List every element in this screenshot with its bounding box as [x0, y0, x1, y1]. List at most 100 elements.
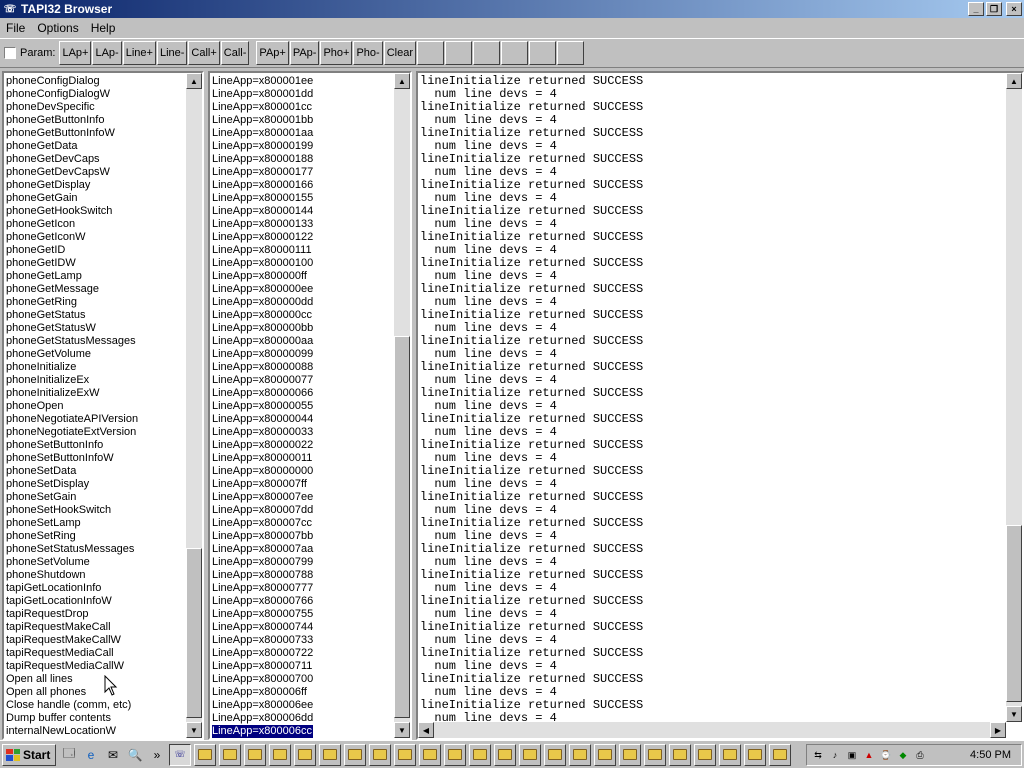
function-list-item[interactable]: phoneGetButtonInfo: [6, 114, 138, 127]
task-folder-button[interactable]: [269, 743, 291, 766]
task-folder-button[interactable]: [194, 743, 216, 766]
blank-toolbar-button[interactable]: [473, 41, 501, 65]
scroll-right-arrow-icon[interactable]: ▶: [990, 722, 1006, 738]
param-checkbox[interactable]: [4, 47, 16, 59]
show-desktop-icon[interactable]: 🗔: [60, 746, 78, 764]
task-folder-button[interactable]: [219, 743, 241, 766]
function-list-item[interactable]: phoneInitializeExW: [6, 387, 138, 400]
function-list-item[interactable]: tapiGetLocationInfoW: [6, 595, 138, 608]
phone-app-icon[interactable]: ☏: [3, 2, 17, 16]
handle-list-item[interactable]: LineApp=x800007bb: [212, 530, 313, 543]
function-list-item[interactable]: tapiRequestMakeCallW: [6, 634, 138, 647]
function-list-item[interactable]: phoneSetButtonInfo: [6, 439, 138, 452]
clear-button[interactable]: Clear: [383, 41, 417, 65]
function-list-item[interactable]: phoneShutdown: [6, 569, 138, 582]
task-folder-button[interactable]: [594, 743, 616, 766]
handle-list-item[interactable]: LineApp=x800000bb: [212, 322, 313, 335]
line-app-add-button[interactable]: LAp+: [59, 41, 92, 65]
phone-app-add-button[interactable]: PAp+: [256, 41, 289, 65]
call-add-button[interactable]: Call+: [188, 41, 220, 65]
function-list-item[interactable]: phoneGetStatus: [6, 309, 138, 322]
function-list-item[interactable]: Close handle (comm, etc): [6, 699, 138, 712]
handle-list-item[interactable]: LineApp=x80000055: [212, 400, 313, 413]
function-list-item[interactable]: phoneSetGain: [6, 491, 138, 504]
network-icon[interactable]: ⇆: [811, 748, 825, 762]
function-list-item[interactable]: phoneSetVolume: [6, 556, 138, 569]
task-folder-button[interactable]: [369, 743, 391, 766]
function-list-item[interactable]: tapiRequestMediaCallW: [6, 660, 138, 673]
function-list-item[interactable]: phoneGetIDW: [6, 257, 138, 270]
task-folder-button[interactable]: [344, 743, 366, 766]
handle-list-item[interactable]: LineApp=x80000100: [212, 257, 313, 270]
scroll-up-arrow-icon[interactable]: ▲: [394, 73, 410, 89]
phone-remove-button[interactable]: Pho-: [353, 41, 383, 65]
handle-list-item[interactable]: LineApp=x80000066: [212, 387, 313, 400]
function-list-item[interactable]: phoneGetIcon: [6, 218, 138, 231]
function-list[interactable]: phoneConfigDialog phoneConfigDialogW phone…: [4, 75, 138, 738]
minimize-button[interactable]: _: [968, 2, 984, 16]
task-folder-button[interactable]: [669, 743, 691, 766]
function-list-item[interactable]: phoneConfigDialog: [6, 75, 138, 88]
handle-list-item[interactable]: LineApp=x80000799: [212, 556, 313, 569]
function-list-item[interactable]: phoneGetData: [6, 140, 138, 153]
task-folder-button[interactable]: [694, 743, 716, 766]
function-list-item[interactable]: phoneInitializeEx: [6, 374, 138, 387]
function-list-item[interactable]: phoneSetStatusMessages: [6, 543, 138, 556]
scroll-down-arrow-icon[interactable]: ▼: [1006, 706, 1022, 722]
scroll-left-arrow-icon[interactable]: ◀: [418, 722, 434, 738]
function-list-item[interactable]: phoneSetDisplay: [6, 478, 138, 491]
function-list-item[interactable]: phoneNegotiateExtVersion: [6, 426, 138, 439]
function-list-item[interactable]: phoneGetDisplay: [6, 179, 138, 192]
title-bar[interactable]: ☏ TAPI32 Browser _ ❐ ×: [0, 0, 1024, 18]
function-list-scrollbar[interactable]: ▲ ▼: [186, 73, 202, 738]
task-folder-button[interactable]: [469, 743, 491, 766]
line-remove-button[interactable]: Line-: [156, 41, 188, 65]
handle-list-item[interactable]: LineApp=x80000199: [212, 140, 313, 153]
handle-list-item[interactable]: LineApp=x800006cc: [212, 725, 314, 738]
function-list-item[interactable]: tapiRequestMakeCall: [6, 621, 138, 634]
task-folder-button[interactable]: [394, 743, 416, 766]
task-folder-button[interactable]: [444, 743, 466, 766]
task-folder-button[interactable]: [619, 743, 641, 766]
task-folder-button[interactable]: [569, 743, 591, 766]
clock[interactable]: 4:50 PM: [970, 749, 1011, 761]
handle-list-item[interactable]: LineApp=x80000033: [212, 426, 313, 439]
handle-list-item[interactable]: LineApp=x80000788: [212, 569, 313, 582]
function-list-item[interactable]: phoneGetStatusMessages: [6, 335, 138, 348]
scroll-thumb[interactable]: [1006, 525, 1022, 702]
handle-list-item[interactable]: LineApp=x80000144: [212, 205, 313, 218]
handle-list-item[interactable]: LineApp=x800007ff: [212, 478, 313, 491]
log-vertical-scrollbar[interactable]: ▲ ▼: [1006, 73, 1022, 722]
function-list-item[interactable]: phoneSetData: [6, 465, 138, 478]
function-list-item[interactable]: phoneGetRing: [6, 296, 138, 309]
search-icon[interactable]: 🔍: [126, 746, 144, 764]
handle-list-item[interactable]: LineApp=x800001aa: [212, 127, 313, 140]
handle-list-item[interactable]: LineApp=x800007aa: [212, 543, 313, 556]
handle-list-item[interactable]: LineApp=x800006ee: [212, 699, 313, 712]
function-list-item[interactable]: phoneSetLamp: [6, 517, 138, 530]
function-list-item[interactable]: internalNewLocationW: [6, 725, 138, 738]
menu-options[interactable]: Options: [31, 21, 84, 35]
antivirus-icon[interactable]: ▲: [862, 748, 876, 762]
handle-list-item[interactable]: LineApp=x800006ff: [212, 686, 313, 699]
handle-list-item[interactable]: LineApp=x800000cc: [212, 309, 313, 322]
function-list-item[interactable]: phoneSetHookSwitch: [6, 504, 138, 517]
function-list-item[interactable]: tapiRequestDrop: [6, 608, 138, 621]
scroll-down-arrow-icon[interactable]: ▼: [186, 722, 202, 738]
task-folder-button[interactable]: [419, 743, 441, 766]
blank-toolbar-button[interactable]: [501, 41, 529, 65]
handle-list-item[interactable]: LineApp=x800000dd: [212, 296, 313, 309]
log-horizontal-scrollbar[interactable]: ◀ ▶: [418, 722, 1006, 738]
quicklaunch-more-icon[interactable]: »: [148, 746, 166, 764]
handle-list-item[interactable]: LineApp=x80000177: [212, 166, 313, 179]
phone-add-button[interactable]: Pho+: [320, 41, 353, 65]
handle-list-item[interactable]: LineApp=x80000188: [212, 153, 313, 166]
volume-icon[interactable]: ♪: [828, 748, 842, 762]
task-folder-button[interactable]: [519, 743, 541, 766]
function-list-item[interactable]: tapiRequestMediaCall: [6, 647, 138, 660]
blank-toolbar-button[interactable]: [557, 41, 585, 65]
phone-app-remove-button[interactable]: PAp-: [289, 41, 320, 65]
scroll-up-arrow-icon[interactable]: ▲: [186, 73, 202, 89]
handle-list-item[interactable]: LineApp=x800007dd: [212, 504, 313, 517]
task-folder-button[interactable]: [769, 743, 791, 766]
